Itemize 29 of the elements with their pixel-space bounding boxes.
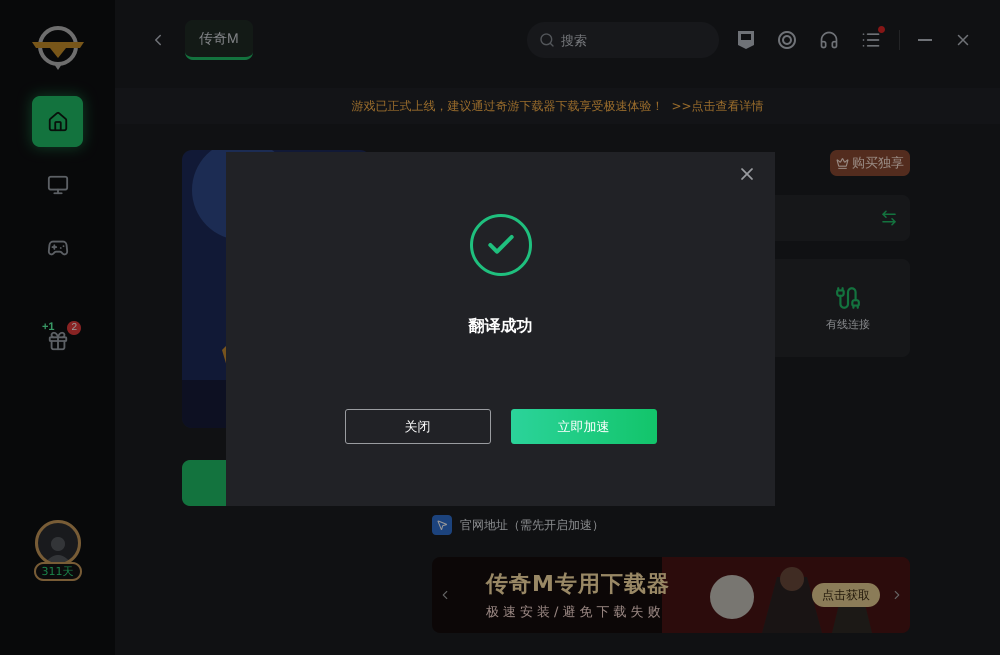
banner-title: 传奇M专用下载器 [486, 571, 670, 599]
details-link[interactable]: >>点击查看详情 [671, 98, 764, 114]
plus-one-tag: +1 [42, 321, 55, 333]
crown-icon [836, 156, 849, 170]
search-icon [539, 32, 555, 48]
search-field[interactable]: 搜索 [527, 22, 719, 58]
sidebar-nav-item[interactable]: +1 2 [32, 315, 83, 366]
get-button[interactable]: 点击获取 [812, 583, 880, 607]
game-tab[interactable]: 传奇M [185, 20, 253, 60]
monitor-icon [46, 174, 68, 196]
swap-icon [880, 209, 898, 227]
notice-text: 游戏已正式上线，建议通过奇游下载器下载享受极速体验！ [351, 98, 664, 114]
website-icon [432, 515, 452, 535]
minimize-icon [918, 39, 932, 41]
success-check-icon [470, 214, 532, 276]
home-icon [46, 110, 68, 132]
website-link[interactable]: 官网地址（需先开启加速） [460, 516, 604, 534]
promo-banner[interactable]: 传奇M专用下载器 极速安装/避免下载失败 点击获取 [432, 557, 910, 633]
banner-subtitle: 极速安装/避免下载失败 [486, 604, 666, 621]
membership-days: 311天 [34, 562, 82, 581]
sidebar-nav-item[interactable] [32, 96, 83, 147]
cable-icon [835, 284, 861, 310]
headset-icon [819, 30, 839, 50]
gift-icon [46, 330, 68, 352]
buy-exclusive-button[interactable]: 购买独享 [830, 150, 910, 176]
connection-label: 有线连接 [826, 316, 870, 332]
close-button[interactable]: 关闭 [344, 409, 490, 444]
dialog-title: 翻译成功 [468, 316, 532, 337]
count-badge: 2 [67, 321, 81, 335]
